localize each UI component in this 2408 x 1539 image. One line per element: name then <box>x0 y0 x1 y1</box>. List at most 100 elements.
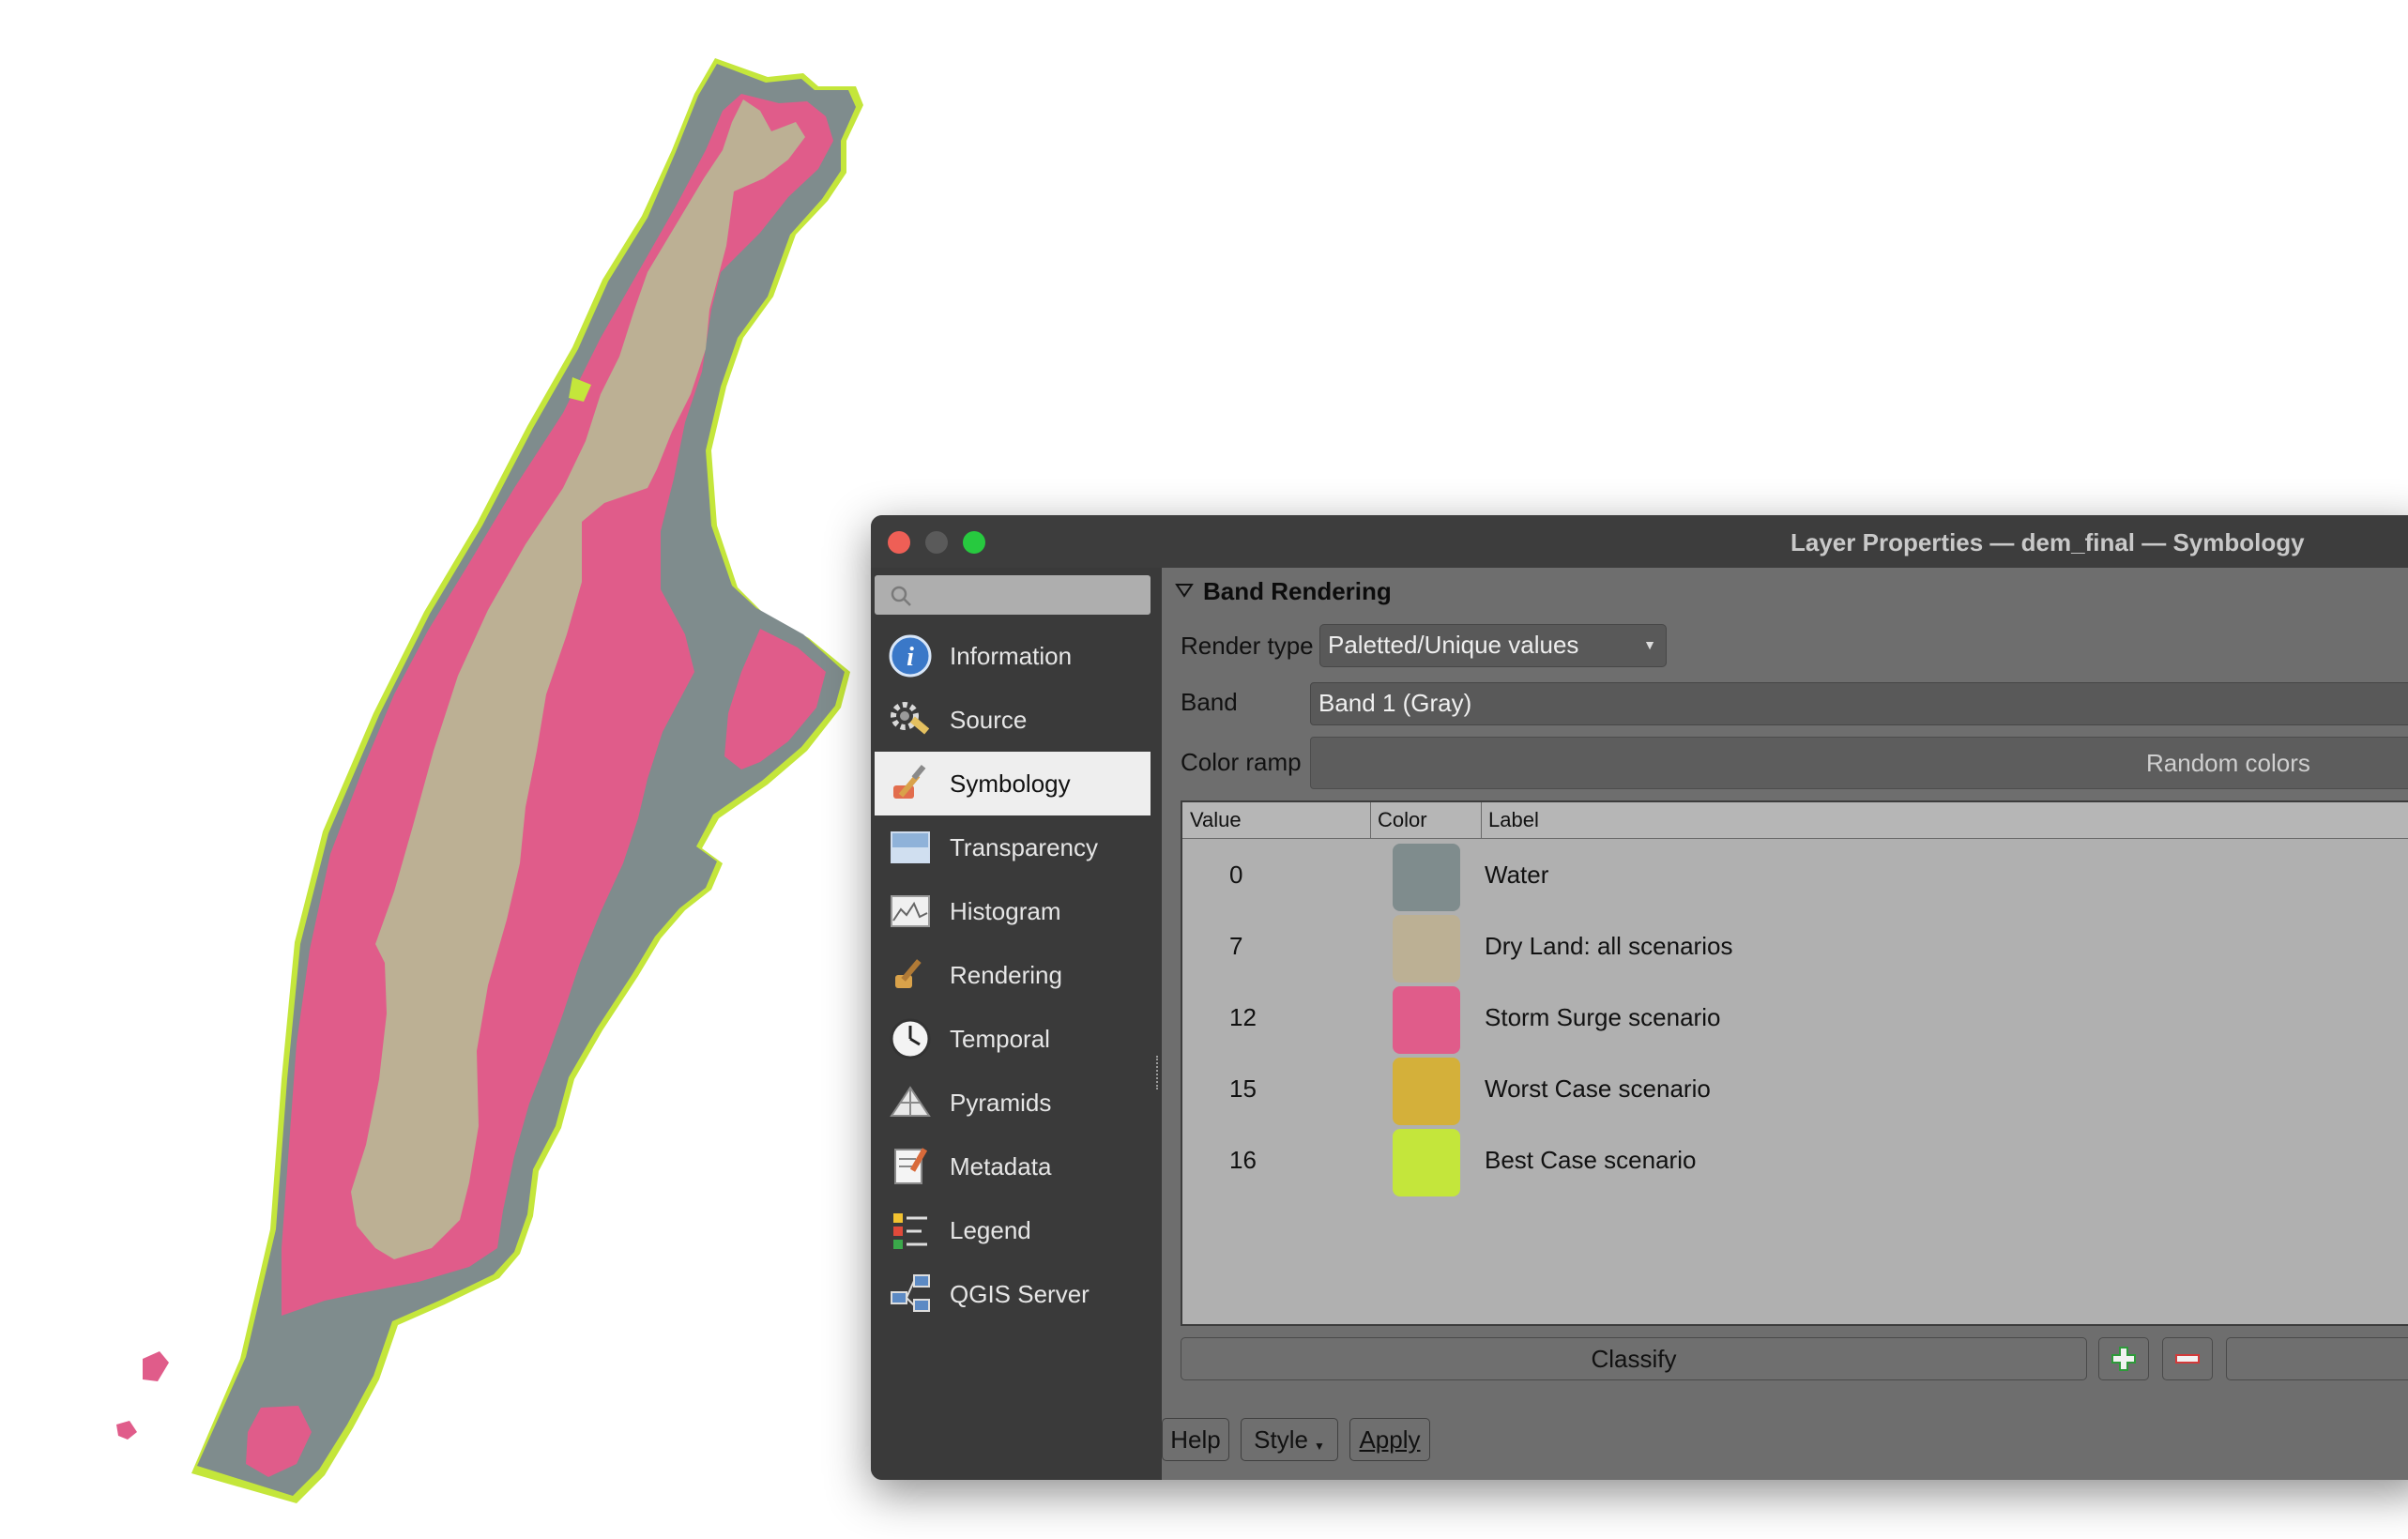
row-value[interactable]: 7 <box>1229 932 1242 961</box>
band-label: Band <box>1181 688 1238 716</box>
table-row[interactable]: 0 Water <box>1182 840 2408 911</box>
style-label: Style <box>1254 1425 1308 1454</box>
sidebar: i Information Source Symbology Transpare… <box>871 568 1154 1480</box>
histogram-icon <box>886 887 935 936</box>
search-icon <box>891 586 911 606</box>
apply-button[interactable]: Apply <box>1349 1418 1430 1461</box>
remove-value-button[interactable] <box>2162 1337 2213 1380</box>
svg-text:i: i <box>907 643 914 672</box>
chevron-down-icon: ▼ <box>1313 1440 1325 1453</box>
sidebar-item-information[interactable]: i Information <box>875 624 1151 688</box>
pyramids-icon <box>886 1078 935 1127</box>
metadata-icon <box>886 1142 935 1191</box>
sidebar-item-source[interactable]: Source <box>875 688 1151 752</box>
row-label[interactable]: Best Case scenario <box>1485 1146 1696 1175</box>
sidebar-item-label: Symbology <box>950 769 1071 798</box>
transparency-icon <box>886 823 935 872</box>
render-type-value: Paletted/Unique values <box>1328 631 1579 659</box>
storm-surge-area <box>143 1351 169 1381</box>
table-row[interactable]: 12 Storm Surge scenario <box>1182 983 2408 1054</box>
rendering-icon <box>886 951 935 999</box>
minimize-window-button[interactable] <box>925 531 948 554</box>
color-swatch[interactable] <box>1393 1129 1460 1196</box>
sidebar-item-pyramids[interactable]: Pyramids <box>875 1071 1151 1135</box>
table-row[interactable]: 7 Dry Land: all scenarios <box>1182 911 2408 983</box>
plus-icon <box>2111 1347 2136 1371</box>
sidebar-nav: i Information Source Symbology Transpare… <box>875 624 1151 1326</box>
symbology-icon <box>886 759 935 808</box>
sidebar-item-label: Histogram <box>950 896 1061 925</box>
clock-icon <box>886 1014 935 1063</box>
window-title: Layer Properties — dem_final — Symbology <box>1791 528 2305 556</box>
render-type-dropdown[interactable]: Paletted/Unique values ▼ <box>1319 624 1667 667</box>
row-label[interactable]: Dry Land: all scenarios <box>1485 932 1732 961</box>
table-row[interactable]: 16 Best Case scenario <box>1182 1125 2408 1196</box>
sidebar-item-label: Information <box>950 641 1073 670</box>
sidebar-item-legend[interactable]: Legend <box>875 1198 1151 1262</box>
color-ramp-value: Random colors <box>2146 749 2310 777</box>
more-options-button[interactable] <box>2226 1337 2408 1380</box>
row-label[interactable]: Storm Surge scenario <box>1485 1003 1720 1032</box>
sidebar-item-label: Legend <box>950 1215 1031 1244</box>
color-ramp-button[interactable]: Random colors <box>1310 737 2408 789</box>
row-label[interactable]: Water <box>1485 861 1548 890</box>
help-label: Help <box>1170 1425 1221 1454</box>
sidebar-item-qgis-server[interactable]: QGIS Server <box>875 1262 1151 1326</box>
sidebar-item-label: Temporal <box>950 1024 1050 1053</box>
color-swatch[interactable] <box>1393 844 1460 911</box>
classify-button[interactable]: Classify <box>1181 1337 2087 1380</box>
close-window-button[interactable] <box>888 531 910 554</box>
color-ramp-label: Color ramp <box>1181 748 1302 776</box>
dropdown-arrow-icon: ▼ <box>1643 637 1656 652</box>
minus-icon <box>2175 1354 2200 1364</box>
column-header-value[interactable]: Value <box>1190 808 1242 832</box>
sidebar-item-temporal[interactable]: Temporal <box>875 1007 1151 1071</box>
palette-table[interactable]: Value Color Label 0 Water 7 Dry Land: all s… <box>1181 800 2408 1326</box>
style-button[interactable]: Style ▼ <box>1241 1418 1338 1461</box>
row-value[interactable]: 0 <box>1229 861 1242 890</box>
color-swatch[interactable] <box>1393 986 1460 1054</box>
table-row[interactable]: 15 Worst Case scenario <box>1182 1054 2408 1125</box>
row-value[interactable]: 15 <box>1229 1074 1257 1104</box>
panel-splitter[interactable] <box>1154 568 1162 1480</box>
manhattan-raster <box>116 58 863 1503</box>
sidebar-item-label: QGIS Server <box>950 1279 1090 1308</box>
sidebar-item-symbology[interactable]: Symbology <box>875 752 1151 815</box>
sidebar-item-label: Rendering <box>950 960 1062 989</box>
band-dropdown[interactable]: Band 1 (Gray) <box>1310 682 2408 725</box>
color-swatch[interactable] <box>1393 915 1460 983</box>
storm-surge-area <box>116 1421 137 1440</box>
band-value: Band 1 (Gray) <box>1318 689 1472 717</box>
symbology-panel: Band Rendering Render type Paletted/Uniq… <box>1162 568 2408 1480</box>
classify-label: Classify <box>1591 1344 1677 1373</box>
zoom-window-button[interactable] <box>963 531 985 554</box>
band-rendering-header[interactable]: Band Rendering <box>1162 568 2408 615</box>
window-titlebar[interactable]: Layer Properties — dem_final — Symbology <box>871 515 2408 569</box>
sidebar-item-rendering[interactable]: Rendering <box>875 943 1151 1007</box>
row-label[interactable]: Worst Case scenario <box>1485 1074 1711 1104</box>
source-icon <box>886 695 935 744</box>
row-value[interactable]: 12 <box>1229 1003 1257 1032</box>
sidebar-item-label: Pyramids <box>950 1088 1052 1117</box>
search-input[interactable] <box>875 575 1151 615</box>
information-icon: i <box>886 632 935 680</box>
sidebar-item-label: Source <box>950 705 1028 734</box>
render-type-label: Render type <box>1181 632 1314 660</box>
collapse-triangle-icon <box>1175 584 1194 598</box>
sidebar-item-transparency[interactable]: Transparency <box>875 815 1151 879</box>
layer-properties-window: Layer Properties — dem_final — Symbology… <box>871 515 2408 1480</box>
table-header: Value Color Label <box>1182 802 2408 839</box>
column-header-label[interactable]: Label <box>1488 808 1539 832</box>
help-button[interactable]: Help <box>1162 1418 1229 1461</box>
sidebar-item-metadata[interactable]: Metadata <box>875 1135 1151 1198</box>
qgis-server-icon <box>886 1270 935 1318</box>
sidebar-item-histogram[interactable]: Histogram <box>875 879 1151 943</box>
splitter-grip <box>1156 1056 1161 1089</box>
row-value[interactable]: 16 <box>1229 1146 1257 1175</box>
column-header-color[interactable]: Color <box>1378 808 1427 832</box>
legend-icon <box>886 1206 935 1255</box>
color-swatch[interactable] <box>1393 1058 1460 1125</box>
add-value-button[interactable] <box>2098 1337 2149 1380</box>
sidebar-item-label: Metadata <box>950 1151 1052 1181</box>
sidebar-item-label: Transparency <box>950 832 1098 861</box>
